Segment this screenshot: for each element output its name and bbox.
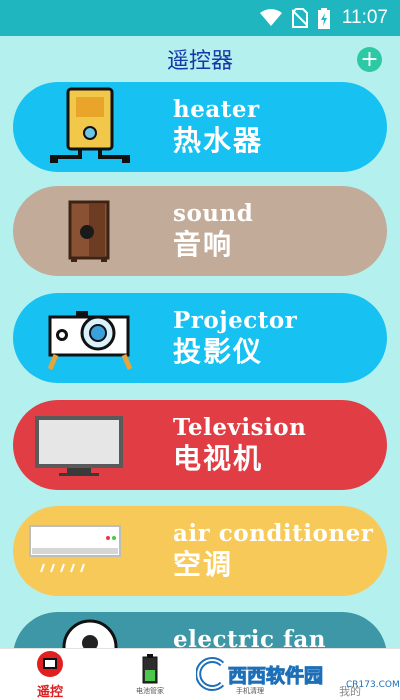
device-text: heater 热水器 [173, 96, 263, 158]
device-name-en: heater [173, 96, 260, 123]
electric-fan-icon [35, 602, 145, 648]
device-card-projector[interactable]: Projector 投影仪 [13, 293, 387, 383]
watermark-url: CR173.COM [346, 680, 400, 690]
device-name-zh: 热水器 [173, 124, 264, 157]
television-icon [27, 400, 131, 490]
device-list: heater 热水器 sound 音响 Projector 投影仪 Televi… [0, 0, 400, 648]
device-name-zh: 空调 [173, 548, 234, 581]
device-text: electric fan [173, 626, 326, 648]
device-name-en: air conditioner [173, 520, 374, 547]
nav-label: 遥控 [36, 685, 63, 700]
device-name-en: sound [173, 200, 254, 227]
nav-item-remote[interactable]: 遥控 [0, 649, 100, 700]
watermark-text: 西西软件园 [227, 664, 324, 687]
device-card-electric-fan[interactable]: electric fan [13, 612, 387, 648]
device-card-air-conditioner[interactable]: air conditioner 空调 [13, 506, 387, 596]
device-card-television[interactable]: Television 电视机 [13, 400, 387, 490]
battery-icon [135, 653, 165, 684]
water-heater-icon [35, 82, 145, 172]
device-card-heater[interactable]: heater 热水器 [13, 82, 387, 172]
watermark: 西西软件园 CR173.COM [196, 650, 400, 698]
nav-label: 电池管家 [136, 686, 164, 695]
device-name-en: Television [173, 414, 307, 441]
device-name-zh: 音响 [173, 228, 234, 261]
device-name-en: Projector [173, 307, 298, 334]
tv-remote-icon [35, 649, 65, 679]
device-text: Projector 投影仪 [173, 307, 297, 369]
nav-item-battery[interactable]: 电池管家 [100, 649, 200, 700]
device-text: air conditioner 空调 [173, 520, 373, 582]
speaker-icon [35, 186, 145, 276]
device-text: sound 音响 [173, 200, 253, 262]
device-card-sound[interactable]: sound 音响 [13, 186, 387, 276]
device-name-en: electric fan [173, 626, 327, 648]
device-name-zh: 电视机 [173, 442, 264, 475]
device-text: Television 电视机 [173, 414, 306, 476]
device-name-zh: 投影仪 [173, 335, 264, 368]
air-conditioner-icon [25, 506, 125, 596]
projector-icon [35, 293, 145, 383]
watermark-logo-icon [196, 657, 225, 691]
